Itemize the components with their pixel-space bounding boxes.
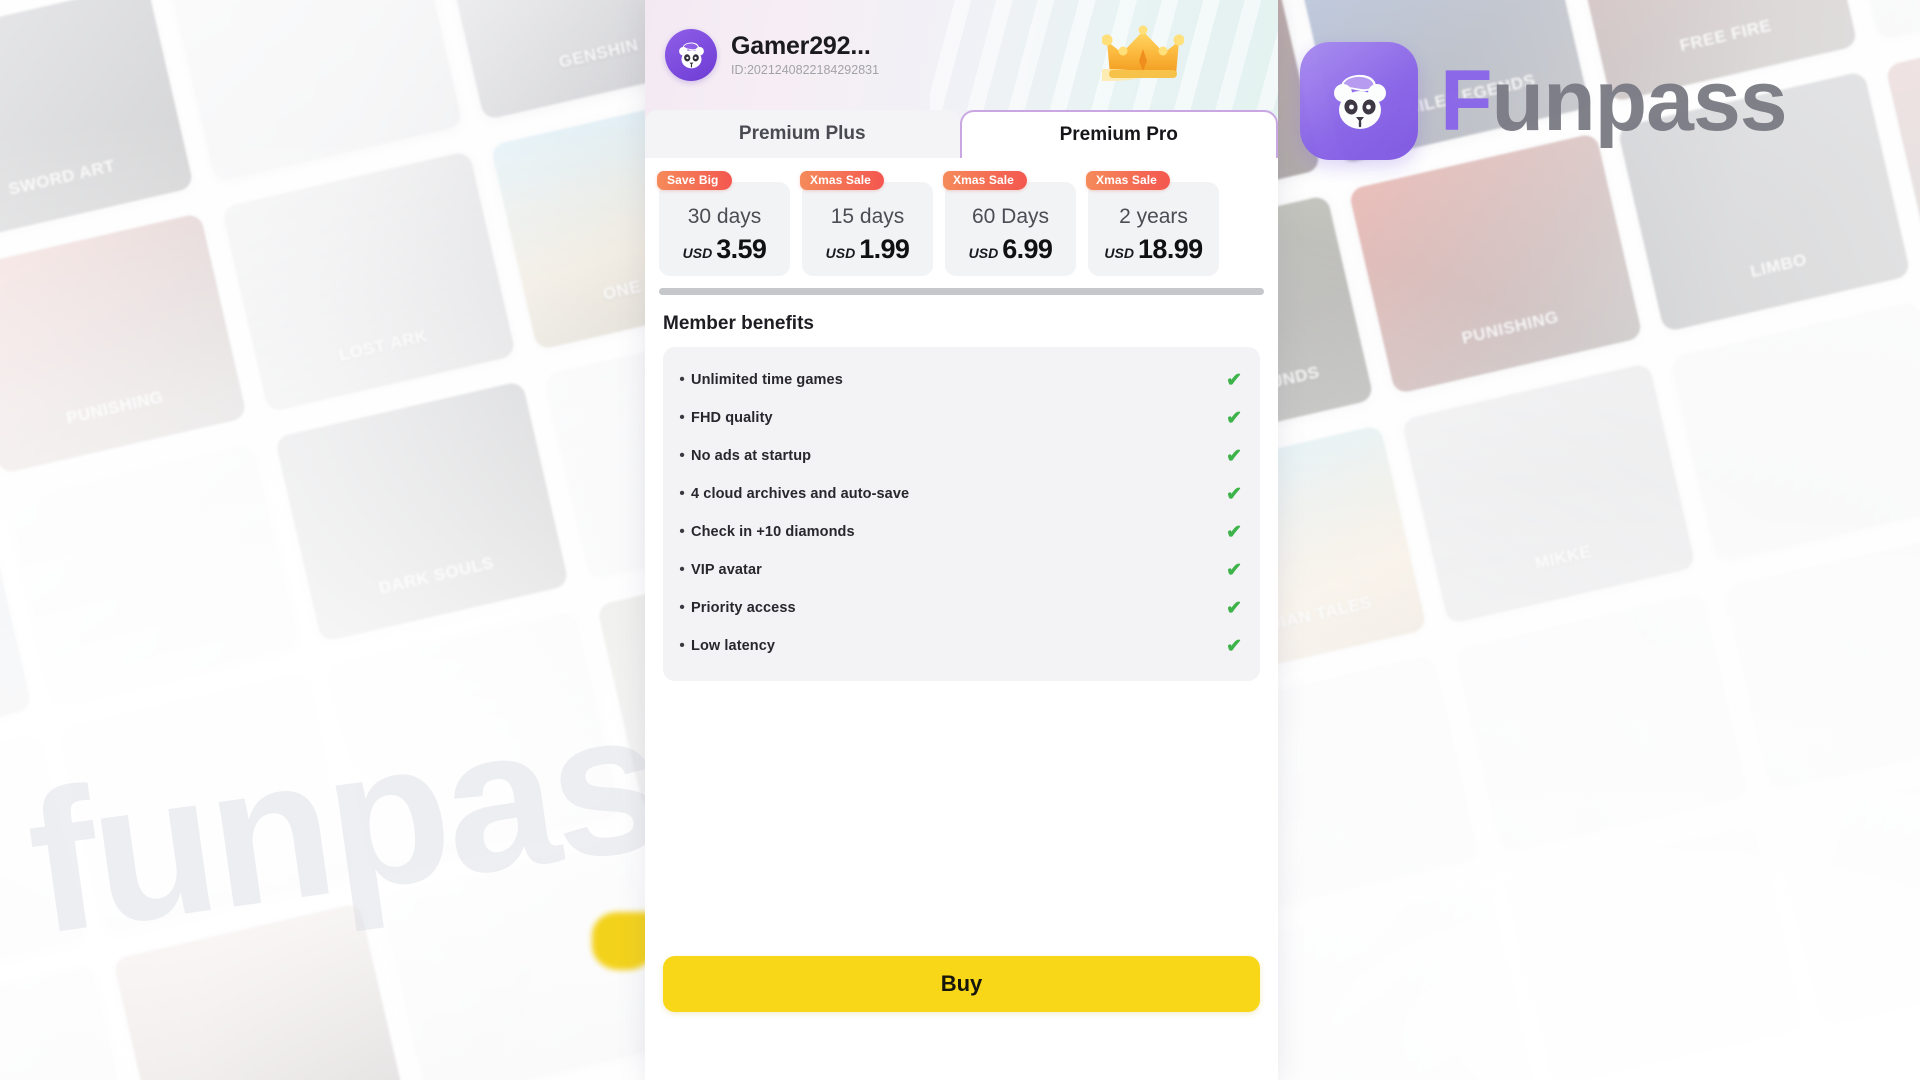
check-icon: ✔ — [1226, 369, 1242, 391]
plan-tabs: Premium Plus Premium Pro — [645, 110, 1278, 158]
plan-card[interactable]: Xmas Sale 2 years USD 18.99 — [1086, 171, 1219, 276]
plan-duration: 15 days — [830, 205, 905, 228]
plan-badge: Save Big — [657, 171, 732, 190]
plan-duration: 2 years — [1119, 205, 1188, 228]
funpass-panda-logo-icon — [1300, 42, 1418, 160]
plan-card-row: Save Big 30 days USD 3.59 Xmas Sale 15 days US… — [657, 171, 1278, 276]
check-icon: ✔ — [1226, 483, 1242, 505]
benefit-label: VIP avatar — [691, 562, 762, 578]
panda-avatar-icon[interactable] — [665, 29, 717, 81]
benefit-row: • Unlimited time games ✔ — [673, 361, 1242, 399]
benefit-row: • VIP avatar ✔ — [673, 551, 1242, 589]
funpass-brand-logo: F unpass — [1300, 42, 1788, 160]
benefit-label: 4 cloud archives and auto-save — [691, 486, 910, 502]
tab-premium-pro-label: Premium Pro — [1059, 124, 1178, 145]
buy-section: Buy — [645, 956, 1278, 1080]
check-icon: ✔ — [1226, 445, 1242, 467]
check-icon: ✔ — [1226, 521, 1242, 543]
benefit-label: Low latency — [691, 638, 776, 654]
benefits-list: • Unlimited time games ✔ • FHD quality ✔ • No a… — [663, 347, 1260, 681]
bullet-icon: • — [679, 485, 685, 502]
plan-amount: 6.99 — [1002, 234, 1053, 264]
brand-wordmark: F unpass — [1440, 52, 1788, 151]
plan-currency: USD — [682, 245, 713, 261]
benefits-heading: Member benefits — [663, 313, 814, 334]
plan-card[interactable]: Save Big 30 days USD 3.59 — [657, 171, 790, 276]
plan-currency: USD — [968, 245, 999, 261]
bullet-icon: • — [679, 371, 685, 388]
plan-price: USD 1.99 — [826, 234, 910, 265]
bullet-icon: • — [679, 409, 685, 426]
check-icon: ✔ — [1226, 559, 1242, 581]
plan-badge: Xmas Sale — [1086, 171, 1170, 190]
check-icon: ✔ — [1226, 635, 1242, 657]
user-meta: Gamer292... ID:2021240822184292831 — [731, 31, 880, 78]
plan-price: USD 18.99 — [1104, 234, 1203, 265]
benefit-row: • Low latency ✔ — [673, 627, 1242, 665]
buy-button[interactable]: Buy — [663, 956, 1260, 1012]
benefit-row: • Priority access ✔ — [673, 589, 1242, 627]
plan-amount: 1.99 — [859, 234, 910, 264]
check-icon: ✔ — [1226, 407, 1242, 429]
bullet-icon: • — [679, 447, 685, 464]
bullet-icon: • — [679, 561, 685, 578]
benefit-label: Unlimited time games — [691, 372, 843, 388]
plan-duration: 60 Days — [971, 205, 1050, 228]
panel-header: Gamer292... ID:2021240822184292831 — [645, 0, 1278, 110]
user-id-label: ID:2021240822184292831 — [731, 63, 880, 78]
gold-crown-icon — [1077, 25, 1185, 85]
benefit-row: • FHD quality ✔ — [673, 399, 1242, 437]
username-label: Gamer292... — [731, 31, 871, 60]
tab-premium-plus-label: Premium Plus — [738, 123, 866, 144]
tab-premium-plus[interactable]: Premium Plus — [645, 110, 960, 158]
plan-card[interactable]: Xmas Sale 15 days USD 1.99 — [800, 171, 933, 276]
plan-amount: 18.99 — [1137, 234, 1203, 264]
benefit-label: Check in +10 diamonds — [691, 524, 855, 540]
plan-price: USD 3.59 — [683, 234, 767, 265]
plan-duration: 30 days — [687, 205, 762, 228]
plan-scrollbar[interactable] — [659, 288, 1264, 295]
membership-panel: Gamer292... ID:2021240822184292831 Premi… — [645, 0, 1278, 1080]
plan-currency: USD — [825, 245, 856, 261]
brand-letter-f: F — [1440, 52, 1493, 149]
benefit-row: • No ads at startup ✔ — [673, 437, 1242, 475]
plan-price: USD 6.99 — [969, 234, 1053, 265]
plan-badge: Xmas Sale — [800, 171, 884, 190]
plan-carousel[interactable]: Save Big 30 days USD 3.59 Xmas Sale 15 days US… — [645, 158, 1278, 276]
bullet-icon: • — [679, 599, 685, 616]
bullet-icon: • — [679, 523, 685, 540]
panel-body: Save Big 30 days USD 3.59 Xmas Sale 15 days US… — [645, 158, 1278, 1080]
plan-amount: 3.59 — [716, 234, 767, 264]
benefit-row: • 4 cloud archives and auto-save ✔ — [673, 475, 1242, 513]
benefit-label: FHD quality — [691, 410, 773, 426]
brand-letters-rest: unpass — [1491, 52, 1788, 149]
bullet-icon: • — [679, 637, 685, 654]
benefit-row: • Check in +10 diamonds ✔ — [673, 513, 1242, 551]
benefit-label: No ads at startup — [691, 448, 812, 464]
tab-premium-pro[interactable]: Premium Pro — [959, 110, 1278, 158]
plan-card[interactable]: Xmas Sale 60 Days USD 6.99 — [943, 171, 1076, 276]
plan-badge: Xmas Sale — [943, 171, 1027, 190]
check-icon: ✔ — [1226, 597, 1242, 619]
benefit-label: Priority access — [691, 600, 796, 616]
plan-currency: USD — [1104, 245, 1134, 261]
